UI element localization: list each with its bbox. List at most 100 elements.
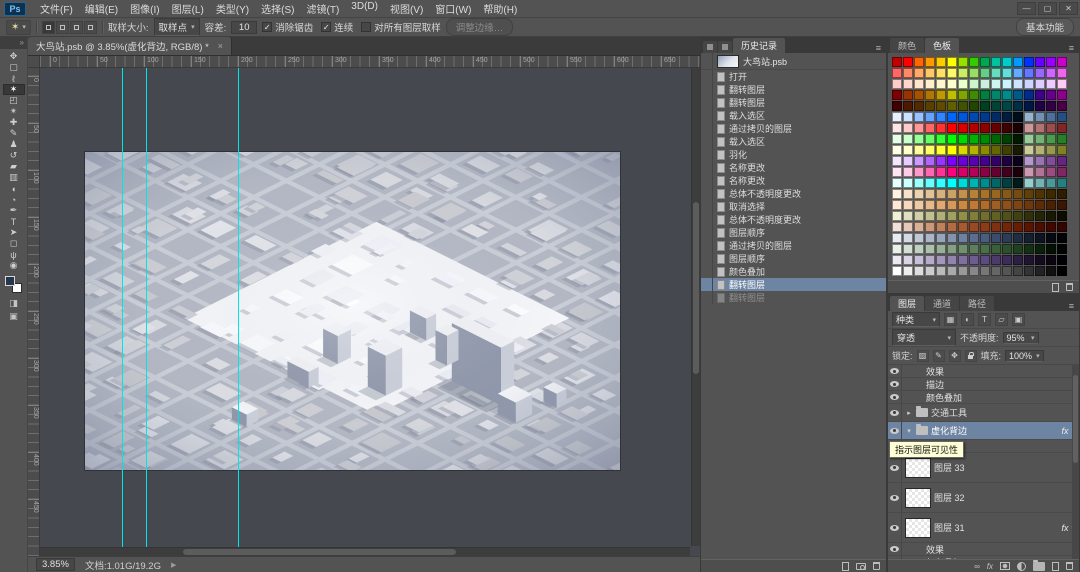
swatch[interactable] (969, 233, 979, 243)
swatch[interactable] (892, 167, 902, 177)
swatch[interactable] (991, 178, 1001, 188)
swatch[interactable] (936, 156, 946, 166)
expander-icon[interactable]: ▸ (905, 409, 913, 417)
opacity-input[interactable]: 95% ▾ (1002, 331, 1039, 344)
swatch[interactable] (991, 244, 1001, 254)
scrollbar-thumb[interactable] (1073, 375, 1078, 463)
visibility-toggle[interactable] (888, 391, 902, 403)
tab-layers[interactable]: 图层 (890, 296, 925, 311)
swatch[interactable] (969, 222, 979, 232)
swatch[interactable] (1002, 233, 1012, 243)
swatch[interactable] (936, 145, 946, 155)
history-brush-gutter[interactable] (701, 239, 713, 252)
swatch[interactable] (980, 178, 990, 188)
menu-item[interactable]: 文件(F) (34, 1, 79, 16)
swatch[interactable] (991, 200, 1001, 210)
swatch[interactable] (1035, 134, 1045, 144)
swatch[interactable] (903, 211, 913, 221)
swatch[interactable] (1002, 167, 1012, 177)
swatch[interactable] (903, 112, 913, 122)
swatch[interactable] (947, 90, 957, 100)
workspace-switcher[interactable]: 基本功能 (1015, 18, 1074, 36)
screen-mode-icon[interactable]: ▣ (9, 311, 18, 322)
swatch[interactable] (936, 57, 946, 67)
swatch[interactable] (903, 123, 913, 133)
swatch[interactable] (892, 222, 902, 232)
swatch[interactable] (1024, 178, 1034, 188)
history-brush-gutter[interactable] (701, 83, 713, 96)
swatch[interactable] (980, 266, 990, 276)
minimize-button[interactable]: — (1017, 2, 1036, 15)
swatch[interactable] (958, 156, 968, 166)
swatch[interactable] (903, 244, 913, 254)
new-adjustment-layer-icon[interactable] (1017, 561, 1026, 571)
layer-thumbnail[interactable] (905, 457, 931, 478)
swatch[interactable] (958, 145, 968, 155)
swatch[interactable] (936, 79, 946, 89)
swatch[interactable] (1046, 222, 1056, 232)
swatch[interactable] (1046, 79, 1056, 89)
swatch[interactable] (1046, 156, 1056, 166)
new-document-from-state-icon[interactable] (842, 561, 849, 571)
swatch[interactable] (1057, 211, 1067, 221)
swatch[interactable] (903, 200, 913, 210)
swatch[interactable] (1046, 167, 1056, 177)
swatch[interactable] (1024, 112, 1034, 122)
blend-mode-select[interactable]: 穿透 ▾ (892, 329, 956, 346)
swatch[interactable] (958, 57, 968, 67)
subtract-selection-icon[interactable] (69, 20, 83, 34)
visibility-toggle[interactable] (888, 483, 902, 512)
swatch[interactable] (969, 167, 979, 177)
swatch[interactable] (1035, 156, 1045, 166)
swatch[interactable] (958, 189, 968, 199)
swatch[interactable] (1002, 189, 1012, 199)
swatch[interactable] (903, 57, 913, 67)
swatch[interactable] (1002, 101, 1012, 111)
swatch[interactable] (925, 134, 935, 144)
menu-item[interactable]: 图像(I) (124, 1, 165, 16)
swatch[interactable] (925, 156, 935, 166)
swatch[interactable] (1035, 123, 1045, 133)
swatch[interactable] (925, 211, 935, 221)
move-tool[interactable]: ✥ (3, 51, 25, 62)
swatch[interactable] (1035, 101, 1045, 111)
swatch[interactable] (980, 145, 990, 155)
menu-item[interactable]: 3D(D) (345, 1, 384, 16)
menu-item[interactable]: 帮助(H) (477, 1, 523, 16)
swatch[interactable] (1002, 211, 1012, 221)
swatch[interactable] (936, 68, 946, 78)
swatch[interactable] (903, 167, 913, 177)
swatch[interactable] (1057, 167, 1067, 177)
swatch[interactable] (903, 145, 913, 155)
swatch[interactable] (1046, 189, 1056, 199)
swatch[interactable] (947, 178, 957, 188)
swatch[interactable] (969, 244, 979, 254)
shape-tool[interactable]: ◻ (3, 238, 25, 249)
swatch[interactable] (947, 145, 957, 155)
swatch[interactable] (1057, 266, 1067, 276)
history-brush-gutter[interactable] (701, 226, 713, 239)
swatch[interactable] (1024, 101, 1034, 111)
swatch[interactable] (914, 112, 924, 122)
swatch[interactable] (991, 101, 1001, 111)
swatch[interactable] (1057, 178, 1067, 188)
swatch[interactable] (925, 233, 935, 243)
new-group-icon[interactable] (1033, 559, 1045, 571)
swatch[interactable] (1013, 266, 1023, 276)
swatch[interactable] (1002, 200, 1012, 210)
swatch[interactable] (1046, 101, 1056, 111)
swatch[interactable] (1024, 123, 1034, 133)
history-brush-gutter[interactable] (701, 148, 713, 161)
swatch[interactable] (969, 255, 979, 265)
eraser-tool[interactable]: ▰ (3, 161, 25, 172)
swatch[interactable] (936, 90, 946, 100)
swatch[interactable] (1002, 57, 1012, 67)
swatch[interactable] (1057, 101, 1067, 111)
swatch[interactable] (903, 156, 913, 166)
history-brush-gutter[interactable] (701, 53, 713, 69)
swatch[interactable] (980, 233, 990, 243)
sample-size-select[interactable]: 取样点 ▾ (153, 18, 200, 36)
swatch[interactable] (1046, 134, 1056, 144)
lock-transparent-pixels-icon[interactable]: ▨ (916, 349, 929, 362)
crop-tool[interactable]: ◰ (3, 95, 25, 106)
